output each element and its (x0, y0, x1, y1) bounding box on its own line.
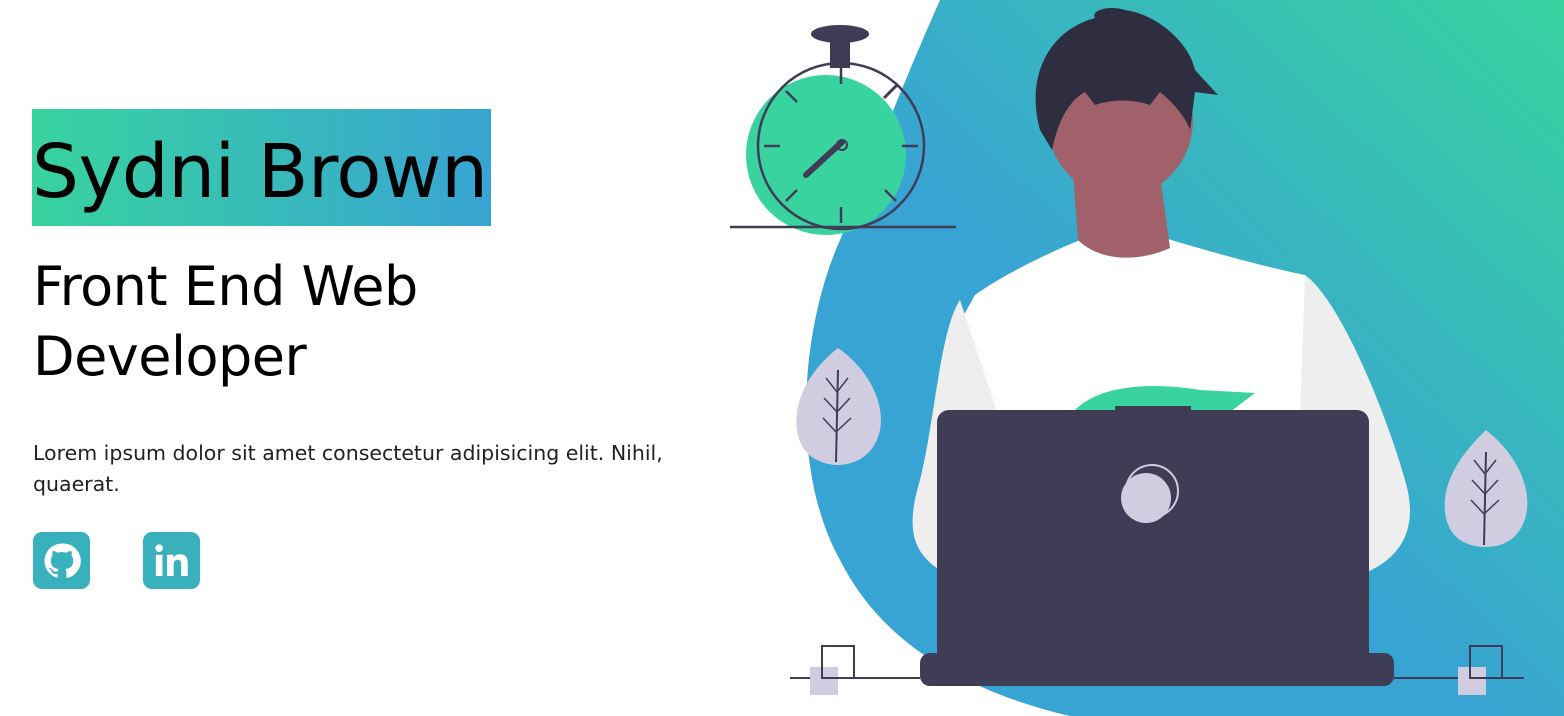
name-highlight: Sydni Brown (32, 109, 492, 226)
social-links (33, 532, 200, 589)
laptop-icon (920, 410, 1394, 686)
linkedin-icon (154, 543, 188, 576)
portfolio-hero: Sydni Brown Front End Web Developer Lore… (0, 0, 1564, 716)
developer-illustration (730, 0, 1564, 716)
github-icon (44, 542, 81, 578)
github-link[interactable] (33, 532, 90, 589)
linkedin-link[interactable] (143, 532, 200, 589)
hero-role: Front End Web Developer (33, 255, 418, 388)
hero-text: Sydni Brown Front End Web Developer Lore… (32, 109, 753, 500)
hero-description: Lorem ipsum dolor sit amet consectetur a… (33, 441, 663, 496)
hero-name: Sydni Brown (32, 129, 488, 215)
